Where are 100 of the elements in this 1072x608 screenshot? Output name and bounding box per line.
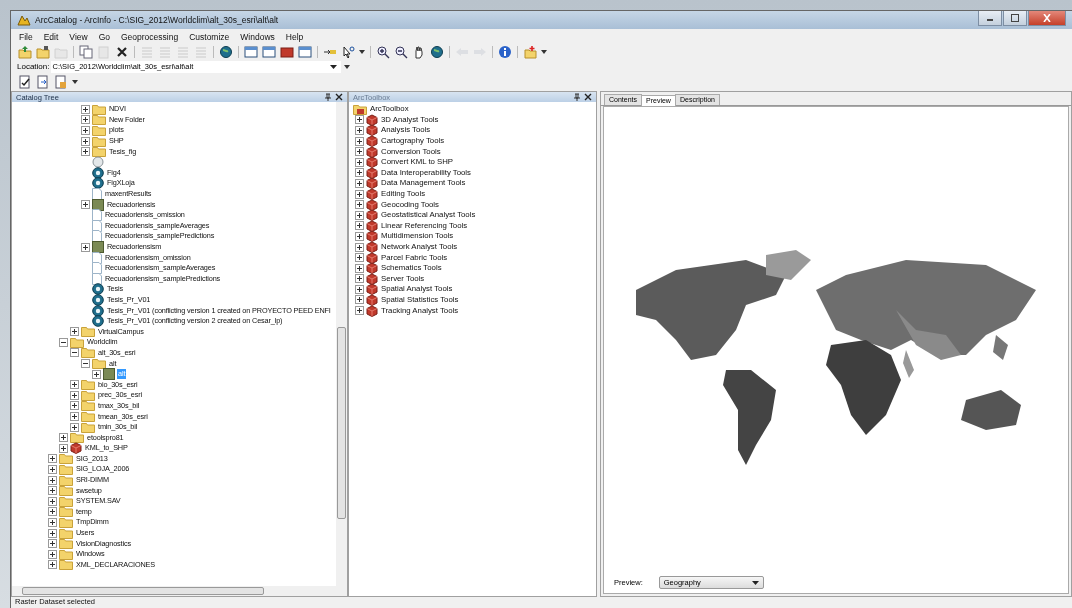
pin-icon[interactable] xyxy=(573,93,581,101)
menu-item[interactable]: File xyxy=(19,31,33,42)
expand-icon[interactable] xyxy=(48,475,57,485)
expand-icon[interactable] xyxy=(70,380,79,390)
expand-icon[interactable] xyxy=(92,369,101,379)
expand-icon[interactable] xyxy=(355,263,364,273)
expand-icon[interactable] xyxy=(355,126,364,135)
expand-icon[interactable] xyxy=(355,147,364,157)
expand-icon[interactable] xyxy=(355,168,364,178)
globe-icon xyxy=(219,44,233,59)
expand-icon[interactable] xyxy=(59,443,68,453)
zoom-out-button[interactable] xyxy=(393,43,409,60)
collapse-icon[interactable] xyxy=(59,337,68,347)
expand-icon[interactable] xyxy=(48,517,57,527)
expand-icon[interactable] xyxy=(70,401,79,411)
expand-icon[interactable] xyxy=(81,126,90,135)
minimize-button[interactable] xyxy=(978,11,1002,26)
expand-icon[interactable] xyxy=(355,157,364,167)
expand-icon[interactable] xyxy=(355,295,364,305)
toolbar-options-button[interactable] xyxy=(71,78,79,85)
info-icon xyxy=(498,44,512,59)
globe-button[interactable] xyxy=(218,43,234,60)
expand-icon[interactable] xyxy=(355,115,364,125)
expand-icon[interactable] xyxy=(81,136,90,146)
expand-icon[interactable] xyxy=(48,528,57,538)
menu-item[interactable]: Edit xyxy=(43,31,59,42)
toolbox-icon xyxy=(366,209,378,222)
menu-item[interactable]: Help xyxy=(285,31,304,42)
vertical-scrollbar[interactable] xyxy=(336,102,347,586)
expand-icon[interactable] xyxy=(70,327,79,337)
expand-icon[interactable] xyxy=(355,253,364,263)
expand-icon[interactable] xyxy=(355,200,364,210)
window-button[interactable] xyxy=(297,43,313,60)
table-icon xyxy=(92,262,102,275)
globe-icon xyxy=(430,44,444,59)
zoom-in-button[interactable] xyxy=(375,43,391,60)
expand-icon[interactable] xyxy=(59,433,68,443)
up-button[interactable] xyxy=(17,43,33,60)
folder-icon xyxy=(59,516,73,528)
window-button[interactable] xyxy=(261,43,277,60)
info-button[interactable] xyxy=(497,43,513,60)
expand-icon[interactable] xyxy=(355,189,364,199)
collapse-icon[interactable] xyxy=(81,359,90,369)
expand-icon[interactable] xyxy=(81,115,90,125)
connect-button[interactable] xyxy=(35,43,51,60)
expand-icon[interactable] xyxy=(355,274,364,284)
expand-icon[interactable] xyxy=(48,549,57,559)
expand-icon[interactable] xyxy=(81,147,90,157)
delete-icon xyxy=(115,44,129,59)
toolbox-icon xyxy=(366,177,378,190)
expand-icon[interactable] xyxy=(81,104,90,114)
expand-icon[interactable] xyxy=(48,465,57,474)
expand-icon[interactable] xyxy=(48,560,57,570)
maximize-button[interactable] xyxy=(1003,11,1027,26)
metadata-icon xyxy=(18,74,32,89)
collapse-icon[interactable] xyxy=(70,348,79,358)
toolbar-options-button[interactable] xyxy=(540,48,548,55)
expand-icon[interactable] xyxy=(48,539,57,549)
menu-item[interactable]: Go xyxy=(98,31,110,42)
folder-icon xyxy=(59,495,73,507)
expand-icon[interactable] xyxy=(48,496,57,506)
add-button[interactable] xyxy=(522,43,538,60)
expand-icon[interactable] xyxy=(355,178,364,188)
folder-icon xyxy=(59,538,73,550)
map-document-icon xyxy=(92,294,104,306)
close-button[interactable] xyxy=(1028,11,1066,26)
expand-icon[interactable] xyxy=(355,284,364,294)
menu-item[interactable]: Windows xyxy=(240,31,275,42)
expand-icon[interactable] xyxy=(355,306,364,316)
expand-icon[interactable] xyxy=(355,136,364,146)
expand-icon[interactable] xyxy=(355,231,364,241)
expand-icon[interactable] xyxy=(48,454,57,464)
expand-icon[interactable] xyxy=(48,507,57,517)
close-icon[interactable] xyxy=(584,93,592,101)
menu-item[interactable]: Geoprocessing xyxy=(121,31,179,42)
pin-icon[interactable] xyxy=(324,93,332,101)
close-icon[interactable] xyxy=(335,93,343,101)
expand-icon[interactable] xyxy=(81,242,90,252)
menu-item[interactable]: View xyxy=(69,31,88,42)
scrollbar-thumb[interactable] xyxy=(22,587,264,595)
help-button[interactable] xyxy=(340,43,356,60)
expand-icon[interactable] xyxy=(70,422,79,432)
scrollbar-thumb[interactable] xyxy=(337,327,346,519)
export-button[interactable] xyxy=(35,73,51,90)
expand-icon[interactable] xyxy=(81,200,90,210)
horizontal-scrollbar[interactable] xyxy=(12,586,347,596)
window-button[interactable] xyxy=(243,43,259,60)
copy-button[interactable] xyxy=(78,43,94,60)
toolbox-icon xyxy=(366,262,378,275)
expand-icon[interactable] xyxy=(355,221,364,231)
expand-icon[interactable] xyxy=(355,242,364,252)
expand-icon[interactable] xyxy=(355,210,364,220)
expand-icon[interactable] xyxy=(70,412,79,421)
globe-button[interactable] xyxy=(429,43,445,60)
menu-item[interactable]: Customize xyxy=(189,31,230,42)
expand-icon[interactable] xyxy=(70,390,79,400)
metadata-button[interactable] xyxy=(17,73,33,90)
expand-icon[interactable] xyxy=(48,486,57,496)
window-icon xyxy=(298,44,312,59)
location-label: Location: xyxy=(17,62,50,71)
